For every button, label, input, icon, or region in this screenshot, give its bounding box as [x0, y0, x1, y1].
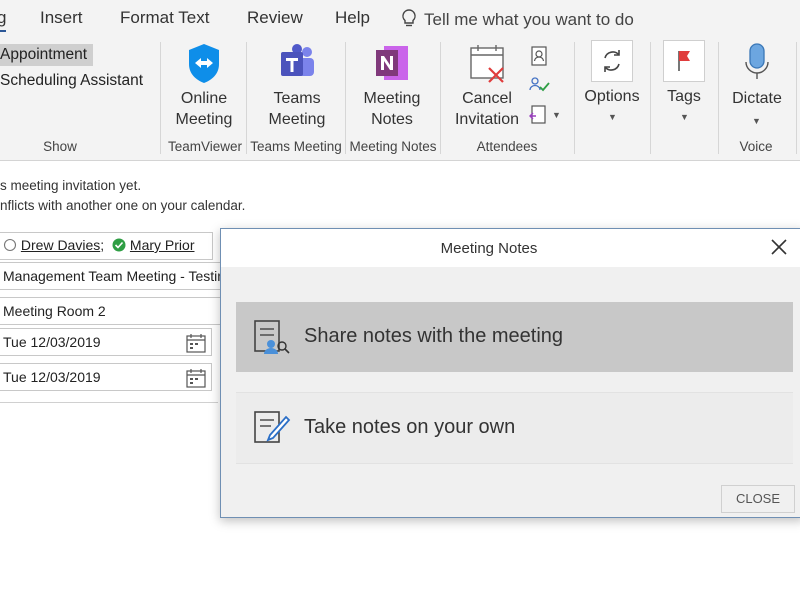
accepted-icon: [112, 238, 126, 252]
notes-pen-icon: [254, 411, 291, 443]
lightbulb-icon: [402, 9, 416, 27]
group-label-show: Show: [43, 139, 77, 154]
group-divider: [796, 42, 797, 154]
divider: [0, 402, 218, 403]
dictate-label: Dictate: [732, 90, 782, 107]
ribbon-tab-row: g Insert Format Text Review Help Tell me…: [0, 0, 800, 38]
share-notes-label: Share notes with the meeting: [304, 325, 564, 347]
attendee-separator: ;: [100, 237, 105, 253]
close-button[interactable]: CLOSE: [721, 485, 795, 513]
group-divider: [246, 42, 247, 154]
dictate-button[interactable]: Dictate: [722, 42, 792, 109]
tab-review[interactable]: Review: [247, 8, 303, 28]
group-label-voice: Voice: [739, 139, 773, 154]
appointment-button[interactable]: Appointment: [0, 44, 94, 66]
online-meeting-button[interactable]: Online Meeting: [166, 42, 242, 130]
tags-label[interactable]: Tags: [653, 86, 715, 107]
group-label-attendees: Attendees: [476, 139, 538, 154]
subject-field[interactable]: Management Team Meeting - Testin: [0, 262, 222, 290]
response-options-icon[interactable]: [528, 104, 550, 126]
attendee-name[interactable]: Drew Davies: [21, 237, 100, 253]
group-label-teams: Teams Meeting: [250, 139, 342, 154]
ribbon: Appointment Scheduling Assistant Show On…: [0, 38, 800, 161]
tags-button[interactable]: [663, 40, 705, 82]
chevron-down-icon[interactable]: ▼: [680, 112, 689, 122]
group-divider: [574, 42, 575, 154]
shared-notes-icon: [254, 320, 290, 354]
tab-format-text[interactable]: Format Text: [120, 8, 209, 28]
start-date-field[interactable]: Tue 12/03/2019: [0, 328, 212, 356]
teams-icon: [281, 44, 314, 76]
group-divider: [650, 42, 651, 154]
meeting-notes-button[interactable]: Meeting Notes: [350, 42, 434, 130]
required-attendees-field[interactable]: Drew Davies; Mary Prior: [0, 232, 213, 260]
tab-meeting[interactable]: g: [0, 8, 7, 32]
group-label-teamviewer: TeamViewer: [167, 139, 243, 154]
cancel-invitation-label: Cancel Invitation: [454, 90, 520, 128]
info-line-1: s meeting invitation yet.: [0, 178, 142, 193]
take-own-notes-option[interactable]: Take notes on your own: [236, 392, 793, 464]
chevron-down-icon[interactable]: ▼: [552, 110, 561, 120]
teams-meeting-label: Teams Meeting: [268, 90, 326, 128]
tab-help[interactable]: Help: [335, 8, 370, 28]
dialog-title: Meeting Notes: [440, 240, 538, 257]
options-button[interactable]: [591, 40, 633, 82]
group-divider: [160, 42, 161, 154]
tab-insert[interactable]: Insert: [40, 8, 83, 28]
flag-icon: [678, 51, 690, 71]
chevron-down-icon[interactable]: ▼: [608, 112, 617, 122]
tell-me-box[interactable]: Tell me what you want to do: [400, 8, 634, 30]
microphone-icon: [745, 43, 769, 79]
dialog-titlebar: Meeting Notes: [221, 229, 800, 267]
attendee-name[interactable]: Mary Prior: [130, 237, 195, 253]
group-divider: [345, 42, 346, 154]
group-divider: [440, 42, 441, 154]
start-date-value: Tue 12/03/2019: [3, 334, 101, 350]
end-date-field[interactable]: Tue 12/03/2019: [0, 363, 212, 391]
cancel-invitation-button[interactable]: Cancel Invitation: [448, 42, 526, 130]
meeting-notes-dialog: Meeting Notes Share notes with the meeti…: [220, 228, 800, 518]
take-own-notes-label: Take notes on your own: [304, 416, 516, 438]
teams-meeting-button[interactable]: Teams Meeting: [252, 42, 342, 130]
scheduling-assistant-button[interactable]: Scheduling Assistant: [0, 70, 149, 92]
cancel-calendar-icon: [470, 45, 504, 83]
calendar-icon[interactable]: [185, 332, 207, 354]
info-line-2: nflicts with another one on your calenda…: [0, 198, 246, 213]
calendar-icon[interactable]: [185, 367, 207, 389]
chevron-down-icon[interactable]: ▼: [752, 116, 761, 126]
refresh-icon: [604, 50, 620, 72]
end-date-value: Tue 12/03/2019: [3, 369, 101, 385]
options-label[interactable]: Options: [580, 86, 644, 107]
group-label-notes: Meeting Notes: [349, 139, 437, 154]
address-book-icon[interactable]: [530, 46, 548, 66]
group-divider: [718, 42, 719, 154]
tell-me-text: Tell me what you want to do: [424, 10, 634, 29]
onenote-icon: [376, 46, 408, 80]
location-field[interactable]: Meeting Room 2: [0, 297, 222, 325]
close-icon[interactable]: [769, 237, 789, 257]
online-meeting-label: Online Meeting: [175, 90, 233, 128]
response-pending-icon: [3, 238, 17, 252]
meeting-notes-label: Meeting Notes: [363, 90, 421, 128]
teamviewer-icon: [189, 44, 219, 83]
share-notes-option[interactable]: Share notes with the meeting: [236, 302, 793, 372]
check-names-icon[interactable]: [528, 74, 550, 96]
